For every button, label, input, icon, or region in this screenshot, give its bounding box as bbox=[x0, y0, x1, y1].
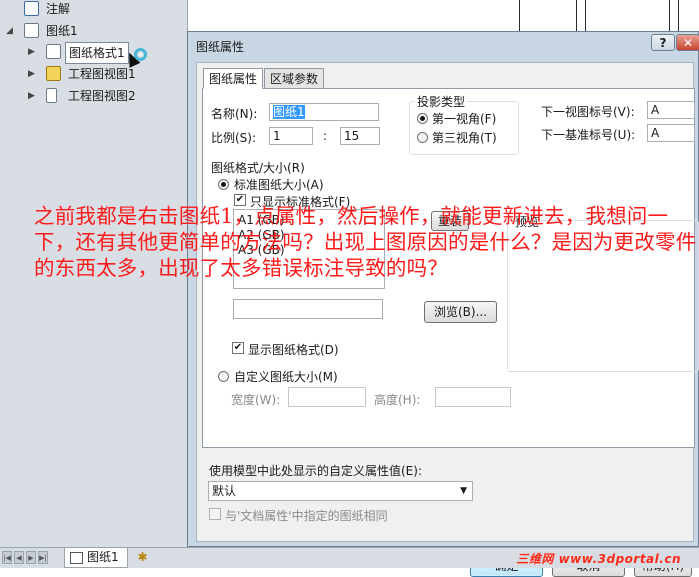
projection-group-title: 投影类型 bbox=[415, 93, 468, 110]
tree-item-label: 图纸格式1 bbox=[65, 42, 129, 64]
tree-item-label: 工程图视图1 bbox=[68, 67, 136, 81]
chevron-down-icon: ▼ bbox=[460, 486, 467, 496]
custom-size-radio[interactable] bbox=[218, 371, 229, 382]
annotation-icon bbox=[24, 1, 39, 16]
sheet-properties-dialog: 图纸属性 ? ✕ 图纸属性 区域参数 名称(N): 图纸1 比例(S): 1 :… bbox=[187, 31, 699, 577]
third-angle-radio[interactable] bbox=[417, 132, 428, 143]
format-group-title: 图纸格式/大小(R) bbox=[211, 161, 305, 175]
tree-item-label: 注解 bbox=[46, 2, 71, 16]
next-view-input[interactable]: A bbox=[647, 101, 695, 119]
drawing-border-line bbox=[585, 0, 586, 31]
same-as-doc-label: 与'文档属性'中指定的图纸相同 bbox=[225, 509, 388, 523]
scale-separator: : bbox=[323, 129, 328, 143]
drawing-view-icon bbox=[46, 88, 57, 103]
standard-size-radio[interactable] bbox=[218, 179, 229, 190]
first-angle-label: 第一视角(F) bbox=[432, 112, 497, 126]
scale-numerator-input[interactable]: 1 bbox=[269, 127, 313, 145]
expand-arrow-icon[interactable]: ▶ bbox=[28, 86, 38, 106]
add-sheet-icon[interactable]: ✱ bbox=[134, 550, 151, 565]
custom-property-select[interactable]: 默认 ▼ bbox=[208, 481, 473, 501]
drawing-border-line bbox=[519, 0, 520, 31]
collapse-arrow-icon[interactable]: ◢ bbox=[6, 21, 16, 41]
next-sheet-icon[interactable]: ▶ bbox=[26, 551, 36, 564]
custom-property-label: 使用模型中此处显示的自定义属性值(E): bbox=[209, 464, 422, 478]
scale-denominator-input[interactable]: 15 bbox=[340, 127, 380, 145]
browse-button[interactable]: 浏览(B)... bbox=[424, 301, 497, 323]
expand-arrow-icon[interactable]: ▶ bbox=[28, 42, 38, 62]
scale-label: 比例(S): bbox=[211, 131, 257, 145]
custom-size-label: 自定义图纸大小(M) bbox=[234, 370, 338, 384]
tab-sheet-properties[interactable]: 图纸属性 bbox=[203, 68, 264, 89]
drawing-border-line bbox=[576, 0, 577, 31]
overlay-question-text: 之前我都是右击图纸1，点属性，然后操作，就能更新进去，我想问一下，还有其他更简单… bbox=[34, 204, 697, 280]
name-input-value: 图纸1 bbox=[273, 105, 305, 119]
show-format-label: 显示图纸格式(D) bbox=[248, 343, 339, 357]
busy-cursor-icon bbox=[134, 48, 147, 61]
name-label: 名称(N): bbox=[211, 107, 258, 121]
name-input[interactable]: 图纸1 bbox=[269, 103, 379, 121]
tab-zone-parameters[interactable]: 区域参数 bbox=[264, 68, 325, 89]
close-icon[interactable]: ✕ bbox=[676, 34, 699, 51]
show-format-checkbox[interactable]: ✔ bbox=[232, 342, 244, 354]
tree-item-label: 工程图视图2 bbox=[68, 89, 136, 103]
last-sheet-icon[interactable]: ▶| bbox=[38, 551, 48, 564]
height-label: 高度(H): bbox=[374, 393, 421, 407]
height-input[interactable] bbox=[435, 387, 511, 407]
sheet-tab-label: 图纸1 bbox=[87, 550, 119, 564]
custom-property-value: 默认 bbox=[212, 484, 237, 498]
drawing-border-line bbox=[669, 0, 670, 31]
watermark: 三维网 www.3dportal.cn bbox=[516, 552, 681, 566]
width-label: 宽度(W): bbox=[231, 393, 281, 407]
drawing-border-line bbox=[678, 0, 679, 31]
tree-item-label: 图纸1 bbox=[46, 24, 78, 38]
sheet-tab-bar: |◀ ◀ ▶ ▶| 图纸1 ✱ 三维网 www.3dportal.cn bbox=[0, 547, 699, 568]
expand-arrow-icon[interactable]: ▶ bbox=[28, 64, 38, 84]
next-datum-input[interactable]: A bbox=[647, 124, 695, 142]
width-input[interactable] bbox=[288, 387, 366, 407]
sheet-tab[interactable]: 图纸1 bbox=[64, 548, 128, 568]
first-sheet-icon[interactable]: |◀ bbox=[2, 551, 12, 564]
first-angle-radio[interactable] bbox=[417, 113, 428, 124]
sheet-format-icon bbox=[46, 44, 61, 59]
next-view-label: 下一视图标号(V): bbox=[541, 105, 635, 119]
sheet-icon bbox=[70, 552, 83, 564]
help-icon[interactable]: ? bbox=[651, 34, 675, 51]
prev-sheet-icon[interactable]: ◀ bbox=[14, 551, 24, 564]
standard-size-label: 标准图纸大小(A) bbox=[234, 178, 324, 192]
sheet-icon bbox=[24, 23, 39, 38]
dialog-body: 图纸属性 区域参数 名称(N): 图纸1 比例(S): 1 : 15 投影类型 … bbox=[196, 62, 699, 577]
drawing-view-icon bbox=[46, 66, 61, 81]
dialog-title: 图纸属性 bbox=[196, 40, 245, 54]
same-as-doc-checkbox[interactable] bbox=[209, 508, 221, 520]
format-file-input[interactable] bbox=[233, 299, 383, 319]
next-datum-label: 下一基准标号(U): bbox=[541, 128, 636, 142]
third-angle-label: 第三视角(T) bbox=[432, 131, 497, 145]
